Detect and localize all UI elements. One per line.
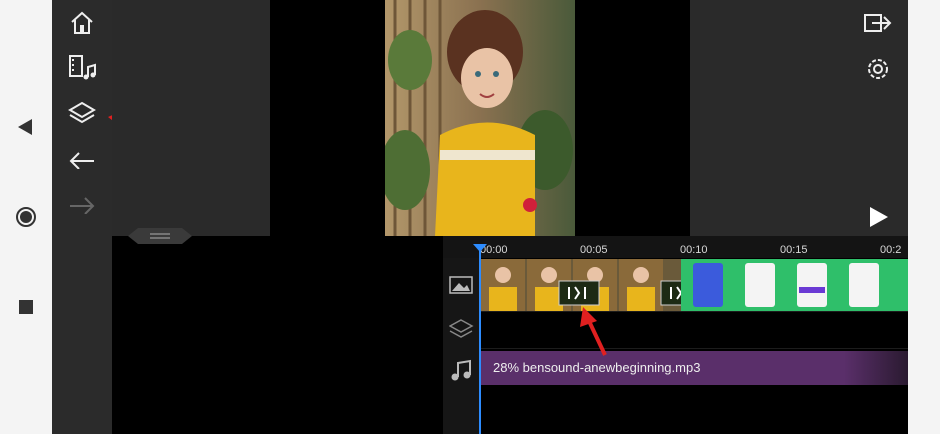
undo-icon (69, 152, 94, 169)
screen-edge (908, 0, 940, 434)
home-icon (71, 11, 93, 34)
tick-label: 00:05 (580, 244, 608, 256)
back-triangle-icon[interactable] (18, 119, 32, 135)
layers-button[interactable] (62, 95, 102, 131)
system-nav-bar (0, 0, 52, 434)
recents-square-icon[interactable] (19, 300, 33, 314)
video-track[interactable] (481, 259, 908, 311)
play-icon[interactable] (868, 205, 890, 229)
right-tool-column (848, 0, 908, 236)
track-header (443, 258, 481, 434)
preview-photo (385, 0, 575, 236)
export-icon[interactable] (864, 12, 892, 34)
time-ruler[interactable]: 00:00 00:05 00:10 00:15 00:2 (443, 236, 908, 258)
tick-label: 00:2 (880, 244, 902, 256)
annotation-arrow (580, 307, 607, 356)
media-button[interactable] (62, 50, 102, 86)
playhead[interactable] (479, 246, 481, 434)
audio-clip[interactable]: 28% bensound-anewbeginning.mp3 (481, 351, 908, 385)
image-track-icon[interactable] (449, 274, 475, 296)
home-button[interactable] (62, 5, 102, 41)
resize-handle[interactable] (128, 228, 192, 244)
redo-button[interactable] (62, 185, 102, 221)
redo-icon (70, 197, 95, 214)
tick-label: 00:10 (680, 244, 708, 256)
playhead-marker[interactable] (473, 244, 487, 252)
media-icon (69, 55, 96, 80)
settings-icon[interactable] (864, 55, 892, 83)
undo-button[interactable] (62, 140, 102, 176)
layers-icon (68, 101, 96, 124)
audio-clip-label: 28% bensound-anewbeginning.mp3 (493, 360, 701, 375)
home-circle-icon[interactable] (15, 206, 37, 228)
tick-label: 00:15 (780, 244, 808, 256)
tool-column (52, 0, 112, 434)
layer-track-icon[interactable] (449, 318, 475, 342)
audio-track-icon[interactable] (449, 358, 475, 382)
